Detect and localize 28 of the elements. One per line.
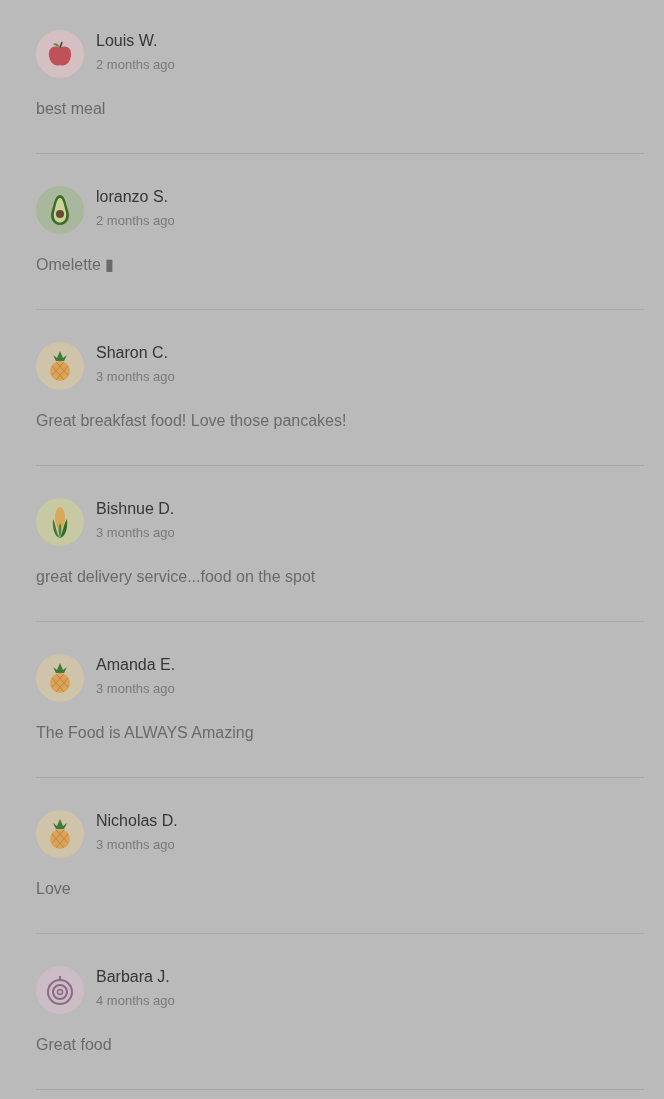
review-time: 4 months ago xyxy=(96,992,175,1010)
pineapple-icon xyxy=(48,818,72,850)
reviewer-name: Barbara J. xyxy=(96,967,171,987)
review-time: 2 months ago xyxy=(96,56,175,74)
pineapple-icon xyxy=(48,662,72,694)
reviewer-name: Bishnue D. xyxy=(96,499,175,519)
review-comment: The Food is ALWAYS Amazing xyxy=(36,723,255,743)
apple-icon xyxy=(47,40,73,68)
review-time: 3 months ago xyxy=(96,680,176,698)
review-comment: Love xyxy=(36,879,72,899)
review-comment: Omelette ▮ xyxy=(36,255,116,275)
reviewer-name: Louis W. xyxy=(96,31,159,51)
review-comment: Great breakfast food! Love those pancakes! xyxy=(36,411,348,431)
review-time: 3 months ago xyxy=(96,368,175,386)
review-time: 2 months ago xyxy=(96,212,175,230)
corn-icon xyxy=(50,505,70,539)
reviewer-name: Amanda E. xyxy=(96,655,176,675)
onion-icon xyxy=(46,975,74,1005)
avocado-icon xyxy=(49,194,71,226)
review-comment: best meal xyxy=(36,99,107,119)
reviewer-name: loranzo S. xyxy=(96,187,170,207)
review-time: 3 months ago xyxy=(96,836,176,854)
pineapple-icon xyxy=(48,350,72,382)
reviewer-name: Nicholas D. xyxy=(96,811,178,831)
reviewer-name: Sharon C. xyxy=(96,343,170,363)
review-time: 3 months ago xyxy=(96,524,175,542)
review-comment: Great food xyxy=(36,1035,113,1055)
review-comment: great delivery service...food on the spot xyxy=(36,567,317,587)
